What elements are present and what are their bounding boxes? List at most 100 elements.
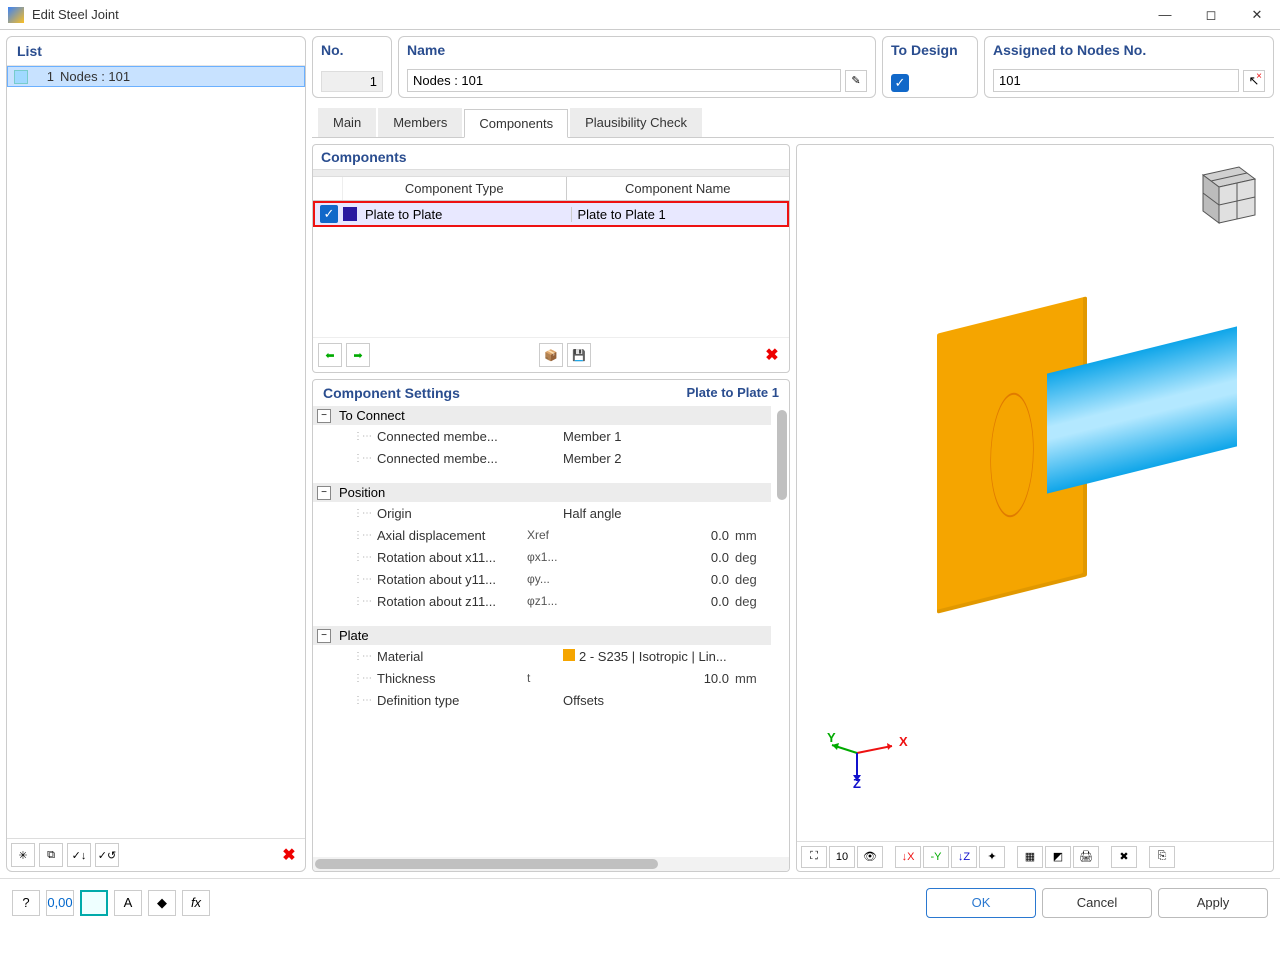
name-input[interactable] bbox=[407, 69, 841, 92]
orientation-cube-icon[interactable] bbox=[1183, 155, 1263, 235]
list-item-text: Nodes : 101 bbox=[60, 69, 130, 84]
view-popout-button[interactable]: ⎘ bbox=[1149, 846, 1175, 868]
component-row[interactable]: ✓ Plate to Plate Plate to Plate 1 bbox=[313, 201, 789, 227]
group-label: Position bbox=[339, 485, 385, 500]
setting-row[interactable]: ⋮⋯Rotation about y11...φy...0.0deg bbox=[313, 568, 771, 590]
view-reset-button[interactable]: ✖ bbox=[1111, 846, 1137, 868]
axis-x-label: X bbox=[899, 734, 908, 749]
viewer-panel: X Y Z ⛶ 10 👁 ↓X -Y ↓Z ✦ ▦ ◩ 🖨 bbox=[796, 144, 1274, 872]
minimize-button[interactable]: — bbox=[1142, 0, 1188, 30]
app-icon bbox=[8, 7, 24, 23]
save-component-button[interactable]: 💾 bbox=[567, 343, 591, 367]
move-down-button[interactable]: ➡ bbox=[346, 343, 370, 367]
view-z-button[interactable]: ↓Z bbox=[951, 846, 977, 868]
settings-head: Component Settings Plate to Plate 1 bbox=[313, 380, 789, 406]
setting-row[interactable]: ⋮⋯Rotation about x11...φx1...0.0deg bbox=[313, 546, 771, 568]
component-color-swatch bbox=[343, 207, 357, 221]
view-show-button[interactable]: 👁 bbox=[857, 846, 883, 868]
layer-button[interactable]: ◆ bbox=[148, 890, 176, 916]
view-y-button[interactable]: -Y bbox=[923, 846, 949, 868]
assigned-input[interactable] bbox=[993, 69, 1239, 92]
vertical-scrollbar[interactable] bbox=[777, 410, 787, 500]
view-fit-button[interactable]: ⛶ bbox=[801, 846, 827, 868]
settings-body[interactable]: − To Connect ⋮⋯Connected membe...Member … bbox=[313, 406, 789, 857]
assigned-card: Assigned to Nodes No. ↖ × bbox=[984, 36, 1274, 98]
viewer-canvas[interactable]: X Y Z bbox=[797, 145, 1273, 841]
color-button[interactable] bbox=[80, 890, 108, 916]
setting-row[interactable]: ⋮⋯Definition typeOffsets bbox=[313, 689, 771, 711]
collapse-icon[interactable]: − bbox=[317, 409, 331, 423]
no-card: No. 1 bbox=[312, 36, 392, 98]
collapse-icon[interactable]: − bbox=[317, 629, 331, 643]
setting-row[interactable]: ⋮⋯OriginHalf angle bbox=[313, 502, 771, 524]
move-up-button[interactable]: ⬅ bbox=[318, 343, 342, 367]
group-position[interactable]: − Position bbox=[313, 483, 771, 502]
check-all-button[interactable]: ✓↓ bbox=[67, 843, 91, 867]
components-toolbar: ⬅ ➡ 📦 💾 ✖ bbox=[313, 337, 789, 372]
assigned-label: Assigned to Nodes No. bbox=[993, 42, 1265, 58]
view-solid-button[interactable]: ◩ bbox=[1045, 846, 1071, 868]
print-button[interactable]: 🖨 bbox=[1073, 846, 1099, 868]
view-wire-button[interactable]: ▦ bbox=[1017, 846, 1043, 868]
pick-nodes-button[interactable]: ↖ × bbox=[1243, 70, 1265, 92]
maximize-button[interactable]: ◻ bbox=[1188, 0, 1234, 30]
ok-button[interactable]: OK bbox=[926, 888, 1036, 918]
list-panel-title: List bbox=[7, 37, 305, 66]
tab-members[interactable]: Members bbox=[378, 108, 462, 137]
content-row: Components Component Type Component Name… bbox=[312, 144, 1274, 872]
component-name: Plate to Plate 1 bbox=[572, 207, 788, 222]
viewer-toolbar: ⛶ 10 👁 ↓X -Y ↓Z ✦ ▦ ◩ 🖨 ✖ ⎘ bbox=[797, 841, 1273, 871]
setting-row[interactable]: ⋮⋯Connected membe...Member 1 bbox=[313, 425, 771, 447]
tab-components[interactable]: Components bbox=[464, 109, 568, 138]
content-left: Components Component Type Component Name… bbox=[312, 144, 790, 872]
list-item[interactable]: 1 Nodes : 101 bbox=[7, 66, 305, 87]
settings-subtitle: Plate to Plate 1 bbox=[687, 385, 779, 401]
window-title: Edit Steel Joint bbox=[32, 7, 1142, 22]
collapse-icon[interactable]: − bbox=[317, 486, 331, 500]
view-iso-button[interactable]: ✦ bbox=[979, 846, 1005, 868]
list-panel: List 1 Nodes : 101 ✳ ⧉ ✓↓ ✓↺ ✖ bbox=[6, 36, 306, 872]
horizontal-scrollbar[interactable] bbox=[313, 857, 789, 871]
units-button[interactable]: 0,00 bbox=[46, 890, 74, 916]
font-button[interactable]: A bbox=[114, 890, 142, 916]
edit-name-button[interactable]: ✎ bbox=[845, 70, 867, 92]
group-to-connect[interactable]: − To Connect bbox=[313, 406, 771, 425]
group-plate[interactable]: − Plate bbox=[313, 626, 771, 645]
axis-z-label: Z bbox=[853, 776, 861, 791]
setting-row[interactable]: ⋮⋯Axial displacementXref0.0mm bbox=[313, 524, 771, 546]
setting-row[interactable]: ⋮⋯Material2 - S235 | Isotropic | Lin... bbox=[313, 645, 771, 667]
new-item-button[interactable]: ✳ bbox=[11, 843, 35, 867]
info-bar: No. 1 Name ✎ To Design ✓ Assigned to Nod… bbox=[312, 36, 1274, 98]
close-button[interactable]: ✕ bbox=[1234, 0, 1280, 30]
tab-plausibility[interactable]: Plausibility Check bbox=[570, 108, 702, 137]
delete-component-button[interactable]: ✖ bbox=[760, 343, 784, 367]
setting-row[interactable]: ⋮⋯Connected membe...Member 2 bbox=[313, 447, 771, 469]
cancel-button[interactable]: Cancel bbox=[1042, 888, 1152, 918]
apply-button[interactable]: Apply bbox=[1158, 888, 1268, 918]
view-zoom-button[interactable]: 10 bbox=[829, 846, 855, 868]
setting-row[interactable]: ⋮⋯Rotation about z11...φz1...0.0deg bbox=[313, 590, 771, 612]
uncheck-all-button[interactable]: ✓↺ bbox=[95, 843, 119, 867]
components-divider bbox=[313, 169, 789, 177]
list-body: 1 Nodes : 101 bbox=[7, 66, 305, 838]
tab-main[interactable]: Main bbox=[318, 108, 376, 137]
to-design-checkbox[interactable]: ✓ bbox=[891, 74, 909, 92]
fx-button[interactable]: fx bbox=[182, 890, 210, 916]
group-label: To Connect bbox=[339, 408, 405, 423]
clear-x-icon: × bbox=[1256, 71, 1262, 82]
components-table-head: Component Type Component Name bbox=[313, 177, 789, 201]
list-item-number: 1 bbox=[34, 69, 54, 84]
footer: ? 0,00 A ◆ fx OK Cancel Apply bbox=[0, 878, 1280, 926]
delete-item-button[interactable]: ✖ bbox=[277, 843, 301, 867]
copy-item-button[interactable]: ⧉ bbox=[39, 843, 63, 867]
library-button[interactable]: 📦 bbox=[539, 343, 563, 367]
view-x-button[interactable]: ↓X bbox=[895, 846, 921, 868]
no-label: No. bbox=[321, 42, 383, 58]
help-button[interactable]: ? bbox=[12, 890, 40, 916]
list-toolbar: ✳ ⧉ ✓↓ ✓↺ ✖ bbox=[7, 838, 305, 871]
name-label: Name bbox=[407, 42, 867, 58]
components-panel: Components Component Type Component Name… bbox=[312, 144, 790, 373]
setting-row[interactable]: ⋮⋯Thicknesst10.0mm bbox=[313, 667, 771, 689]
component-checkbox[interactable]: ✓ bbox=[320, 205, 338, 223]
title-bar: Edit Steel Joint — ◻ ✕ bbox=[0, 0, 1280, 30]
